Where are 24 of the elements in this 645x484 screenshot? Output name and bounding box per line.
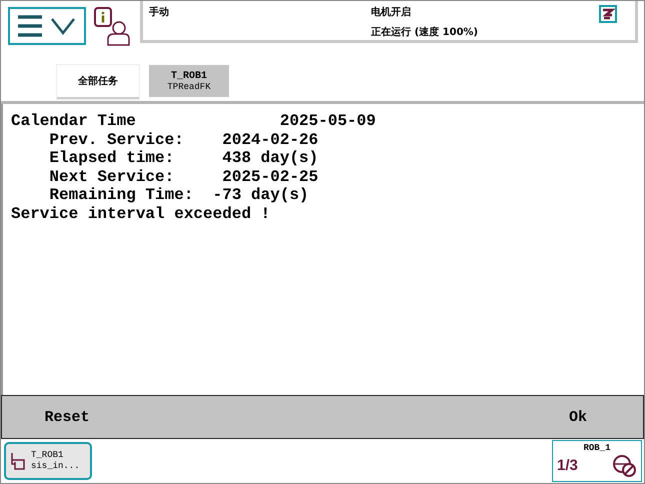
event-log-icon[interactable] [94,7,132,47]
task-button[interactable]: T_ROB1 sis_in... [4,442,92,480]
service-info-line: Prev. Service: 2024-02-26 [48,130,320,149]
program-icon [10,452,26,470]
mode-text: 手动 [149,6,170,19]
speed-fraction: 1/3 [557,456,578,474]
service-info-line: Elapsed time: 438 day(s) [48,149,320,168]
service-info-line: Calendar Time 2025-05-09 [11,112,377,130]
motor-status-text: 电机开启 [371,5,412,19]
ok-button[interactable]: Ok [513,396,643,438]
task-tab[interactable]: T_ROB1 TPReadFK [149,65,229,97]
robot-unit-button[interactable]: ROB_1 1/3 [552,440,642,482]
robot-name: ROB_1 [583,443,610,453]
service-info-line: Remaining Time: -73 day(s) [48,186,310,204]
reset-button[interactable]: Reset [2,396,132,438]
task-title: T_ROB1 [31,450,64,461]
menu-button[interactable] [8,7,86,45]
service-info-line: Next Service: 2025-02-25 [48,168,320,186]
menu-icon [18,14,76,38]
jog-disabled-icon [611,453,637,477]
task-subtitle: sis_in... [31,461,80,472]
robot-status-icon [599,5,617,23]
service-info-line: Service interval exceeded ! [11,204,272,223]
run-state-text: 正在运行 (速度 100%) [371,25,479,39]
